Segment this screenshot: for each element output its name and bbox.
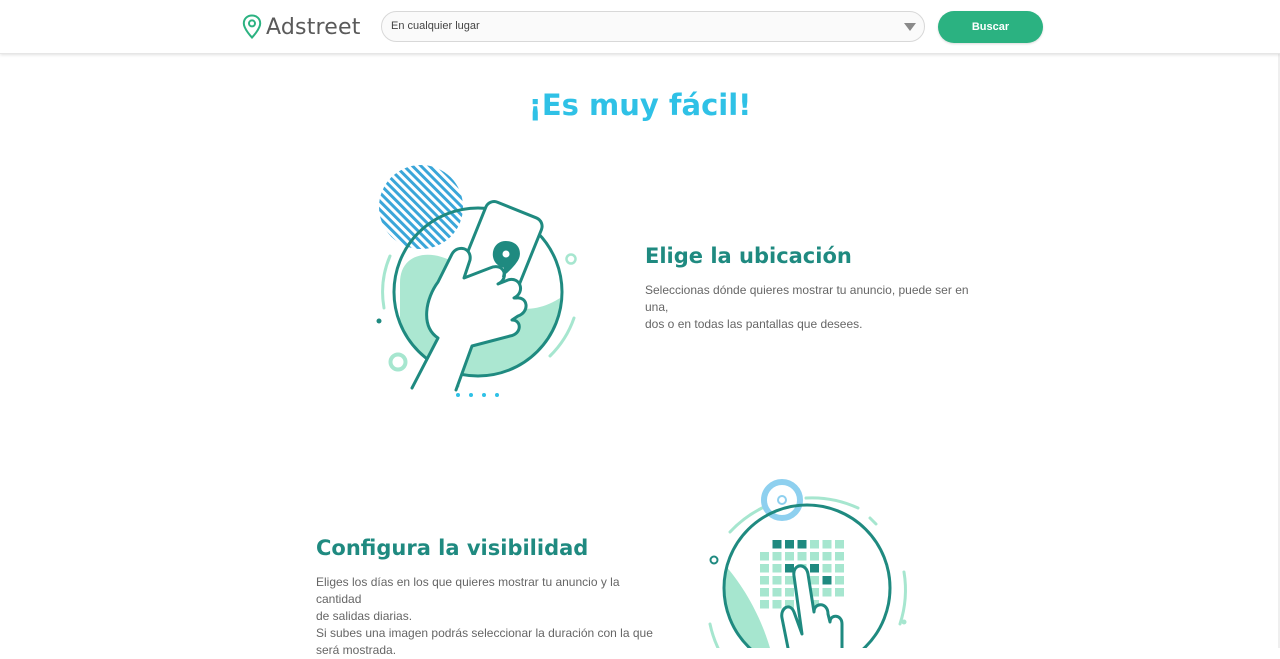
calendar-cell	[785, 552, 794, 561]
calendar-cell	[810, 576, 819, 585]
calendar-cell	[760, 564, 769, 573]
calendar-cell	[797, 540, 807, 549]
brand-logo[interactable]: Adstreet	[242, 12, 361, 42]
calendar-cell	[822, 564, 832, 573]
step-description-line: dos o en todas las pantallas que desees.	[645, 317, 863, 331]
calendar-cell	[835, 540, 844, 549]
calendar-cell	[822, 552, 832, 561]
step-description-line: Seleccionas dónde quieres mostrar tu anu…	[645, 283, 969, 314]
calendar-cell	[810, 564, 819, 573]
calendar-cell	[785, 576, 794, 585]
step-description-line: será mostrada.	[316, 643, 397, 657]
calendar-cell	[822, 576, 832, 585]
calendar-cell	[835, 576, 844, 585]
calendar-cell	[772, 576, 782, 585]
step-description-line: Si subes una imagen podrás seleccionar l…	[316, 626, 653, 640]
calendar-cell	[772, 540, 782, 549]
top-navbar: Adstreet En cualquier lugar Buscar	[0, 0, 1280, 54]
calendar-cell	[835, 552, 844, 561]
calendar-cell	[835, 564, 844, 573]
calendar-cell	[760, 588, 769, 597]
step-description-line: de salidas diarias.	[316, 609, 413, 623]
phone-location-illustration	[376, 165, 577, 397]
calendar-cell	[785, 540, 794, 549]
calendar-cell	[760, 552, 769, 561]
step-description-visibility: Eliges los días en los que quieres mostr…	[316, 574, 656, 659]
calendar-cell	[835, 588, 844, 597]
calendar-cell	[772, 564, 782, 573]
calendar-cell	[810, 540, 819, 549]
calendar-cell	[760, 576, 769, 585]
calendar-cell	[772, 600, 782, 609]
calendar-cell	[822, 540, 832, 549]
calendar-cell	[785, 588, 794, 597]
calendar-cell	[822, 588, 832, 597]
calendar-cell	[760, 600, 769, 609]
calendar-cell	[810, 552, 819, 561]
brand-name: Adstreet	[266, 14, 361, 40]
calendar-cell	[772, 552, 782, 561]
location-pin-icon	[242, 14, 262, 39]
location-select[interactable]: En cualquier lugar	[381, 11, 925, 42]
step-title-location: Elige la ubicación	[645, 244, 852, 268]
step-description-line: Eliges los días en los que quieres mostr…	[316, 575, 620, 606]
step-description-location: Seleccionas dónde quieres mostrar tu anu…	[645, 282, 975, 333]
step-title-visibility: Configura la visibilidad	[316, 536, 589, 560]
location-select-value: En cualquier lugar	[391, 20, 480, 32]
search-button[interactable]: Buscar	[938, 11, 1043, 43]
calendar-cell	[772, 588, 782, 597]
calendar-cell	[797, 552, 807, 561]
page-title: ¡Es muy fácil!	[528, 88, 752, 122]
calendar-touch-illustration	[708, 479, 907, 648]
dropdown-arrow-icon	[904, 23, 916, 31]
